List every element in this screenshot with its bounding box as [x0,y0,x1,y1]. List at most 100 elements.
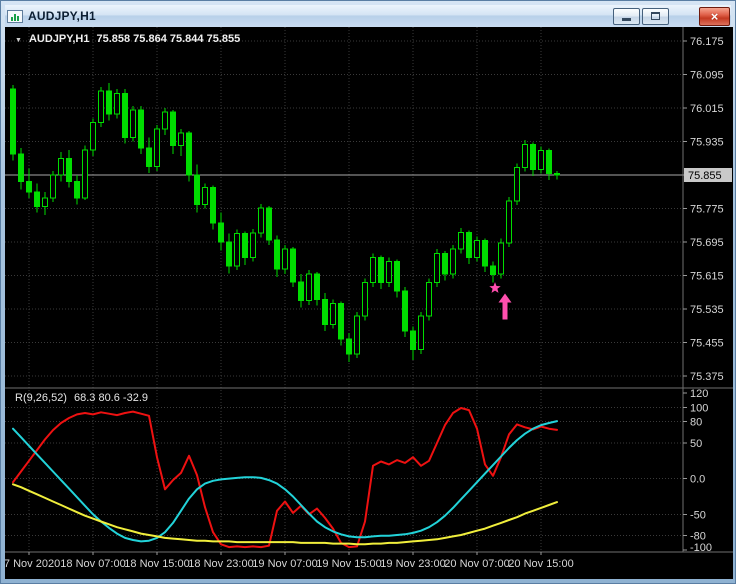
candle-body [130,109,136,138]
candle-body [274,239,280,270]
indicator-axis-label: 0.0 [690,474,705,486]
candle-body [346,338,352,355]
close-icon: × [710,8,719,24]
candle-body [98,90,104,124]
time-axis-label: 20 Nov 07:00 [444,558,509,570]
candle-body [314,273,320,300]
indicator-axis-label: -80 [690,531,706,543]
candle-body [218,222,224,243]
chart-icon-bar [11,16,13,21]
restore-button[interactable] [642,7,669,25]
candle-body [106,90,112,115]
candle-body [458,231,464,250]
candle-body [466,231,472,258]
window-title: AUDJPY,H1 [28,9,96,23]
candle-body [306,273,312,302]
candle-body [194,174,200,205]
candle-body [18,153,24,182]
candle-body [554,173,560,176]
candle-body [242,233,248,259]
chart-icon [7,9,23,23]
candle-body [170,111,176,147]
candle-body [418,315,424,351]
candle-body [138,109,144,149]
candle-body [10,88,16,155]
candle-body [74,180,80,199]
indicator-axis-label: -50 [690,509,706,521]
candle-body [514,167,520,202]
candle-body [338,303,344,340]
candle-body [322,298,328,325]
price-axis-label: 76.095 [690,70,724,82]
minimize-button[interactable] [613,7,640,25]
window-controls: × [611,6,730,26]
restore-icon [651,12,660,20]
chart-icon-bar [14,13,16,21]
candle-body [530,143,536,171]
candle-body [50,174,56,199]
indicator-axis-label: 50 [690,438,702,450]
minimize-icon [622,17,631,21]
price-axis-label: 75.375 [690,371,724,383]
candle-body [82,149,88,199]
candle-body [426,282,432,317]
time-axis-label: 19 Nov 23:00 [380,558,445,570]
candle-body [538,150,544,170]
time-axis-label: 18 Nov 23:00 [188,558,253,570]
candle-body [210,187,216,224]
candle-body [354,315,360,355]
candle-body [162,111,168,130]
candle-body [394,261,400,292]
time-axis-label: 17 Nov 2020 [5,558,60,570]
candle-body [258,207,264,234]
indicator-axis-label: 120 [690,388,708,400]
candle-body [226,241,232,267]
time-axis-label: 19 Nov 15:00 [316,558,381,570]
candle-body [506,200,512,244]
candle-body [42,197,48,207]
candle-body [178,132,184,147]
close-button[interactable]: × [699,6,730,26]
indicator-axis-label: 80 [690,417,702,429]
time-axis-label: 18 Nov 07:00 [60,558,125,570]
candle-body [146,147,152,168]
candle-body [202,187,208,205]
price-axis-label: 76.175 [690,36,724,48]
candle-body [90,122,96,151]
candle-body [450,248,456,275]
window-titlebar[interactable]: AUDJPY,H1 × [5,5,731,27]
candle-body [122,92,128,138]
candle-body [114,92,120,115]
price-axis-label: 75.455 [690,338,724,350]
candle-body [490,265,496,275]
chart-icon-bar [17,15,19,21]
candle-body [330,303,336,326]
candle-body [362,282,368,317]
buy-arrow-marker [498,293,512,320]
price-axis-label: 76.015 [690,103,724,115]
candle-body [410,330,416,351]
candle-body [474,240,480,258]
price-axis-label: 75.935 [690,137,724,149]
candle-body [266,207,272,241]
price-axis-label: 75.615 [690,271,724,283]
buy-star-marker [489,282,501,293]
candle-body [378,257,384,284]
candle-body [58,157,64,176]
chart-canvas[interactable]: 76.175 76.095 76.015 75.935 75.855 75.775 75.6… [5,27,733,579]
price-axis-label: 75.535 [690,304,724,316]
candle-body [434,252,440,284]
time-axis-label: 20 Nov 15:00 [508,558,573,570]
candle-body [290,248,296,283]
candle-body [482,240,488,267]
candle-body [282,248,288,270]
candle-body [522,143,528,168]
indicator-line-cyan [12,420,558,543]
time-axis-label: 19 Nov 07:00 [252,558,317,570]
candle-body [370,257,376,284]
candle-body [402,290,408,332]
candle-body [546,150,552,175]
candle-body [498,242,504,275]
price-axis-label: 75.775 [690,204,724,216]
current-price-badge-label: 75.855 [688,170,722,182]
